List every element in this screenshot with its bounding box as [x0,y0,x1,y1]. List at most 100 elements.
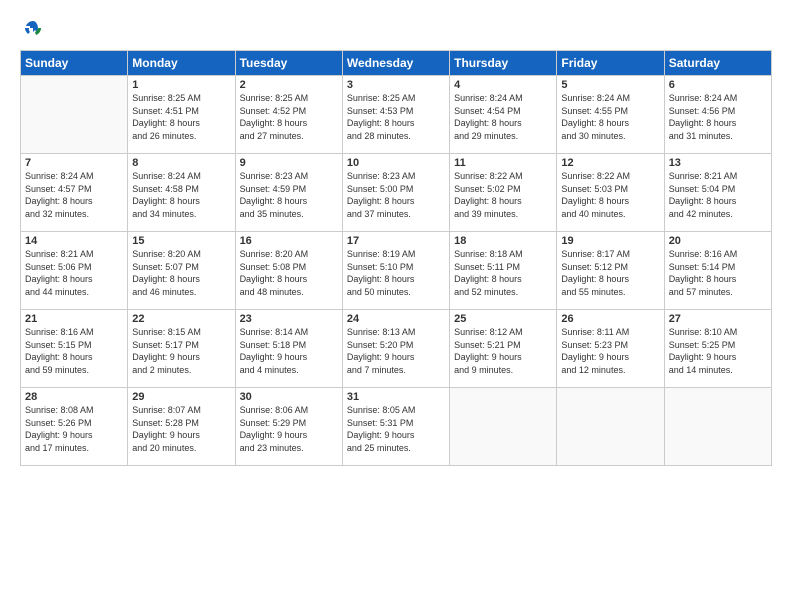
day-number: 24 [347,313,445,325]
day-info: Sunrise: 8:25 AM Sunset: 4:53 PM Dayligh… [347,92,445,142]
week-row-4: 21Sunrise: 8:16 AM Sunset: 5:15 PM Dayli… [21,310,772,388]
day-number: 28 [25,391,123,403]
day-number: 9 [240,157,338,169]
day-header-friday: Friday [557,51,664,76]
day-number: 26 [561,313,659,325]
calendar-cell: 26Sunrise: 8:11 AM Sunset: 5:23 PM Dayli… [557,310,664,388]
day-info: Sunrise: 8:23 AM Sunset: 5:00 PM Dayligh… [347,170,445,220]
calendar-cell: 17Sunrise: 8:19 AM Sunset: 5:10 PM Dayli… [342,232,449,310]
day-header-wednesday: Wednesday [342,51,449,76]
day-info: Sunrise: 8:24 AM Sunset: 4:56 PM Dayligh… [669,92,767,142]
day-info: Sunrise: 8:16 AM Sunset: 5:14 PM Dayligh… [669,248,767,298]
week-row-1: 1Sunrise: 8:25 AM Sunset: 4:51 PM Daylig… [21,76,772,154]
week-row-2: 7Sunrise: 8:24 AM Sunset: 4:57 PM Daylig… [21,154,772,232]
calendar-cell: 7Sunrise: 8:24 AM Sunset: 4:57 PM Daylig… [21,154,128,232]
calendar-cell: 11Sunrise: 8:22 AM Sunset: 5:02 PM Dayli… [450,154,557,232]
calendar-cell: 2Sunrise: 8:25 AM Sunset: 4:52 PM Daylig… [235,76,342,154]
calendar-cell: 19Sunrise: 8:17 AM Sunset: 5:12 PM Dayli… [557,232,664,310]
logo [20,18,44,40]
day-info: Sunrise: 8:16 AM Sunset: 5:15 PM Dayligh… [25,326,123,376]
header-row: SundayMondayTuesdayWednesdayThursdayFrid… [21,51,772,76]
day-number: 17 [347,235,445,247]
day-number: 27 [669,313,767,325]
day-info: Sunrise: 8:19 AM Sunset: 5:10 PM Dayligh… [347,248,445,298]
day-number: 31 [347,391,445,403]
calendar-cell: 21Sunrise: 8:16 AM Sunset: 5:15 PM Dayli… [21,310,128,388]
calendar-cell: 13Sunrise: 8:21 AM Sunset: 5:04 PM Dayli… [664,154,771,232]
day-info: Sunrise: 8:25 AM Sunset: 4:52 PM Dayligh… [240,92,338,142]
day-info: Sunrise: 8:13 AM Sunset: 5:20 PM Dayligh… [347,326,445,376]
day-info: Sunrise: 8:23 AM Sunset: 4:59 PM Dayligh… [240,170,338,220]
calendar-cell: 5Sunrise: 8:24 AM Sunset: 4:55 PM Daylig… [557,76,664,154]
day-number: 12 [561,157,659,169]
day-number: 15 [132,235,230,247]
day-info: Sunrise: 8:07 AM Sunset: 5:28 PM Dayligh… [132,404,230,454]
calendar-cell: 29Sunrise: 8:07 AM Sunset: 5:28 PM Dayli… [128,388,235,466]
day-number: 18 [454,235,552,247]
calendar-table: SundayMondayTuesdayWednesdayThursdayFrid… [20,50,772,466]
calendar-cell [664,388,771,466]
day-info: Sunrise: 8:22 AM Sunset: 5:02 PM Dayligh… [454,170,552,220]
calendar-cell: 4Sunrise: 8:24 AM Sunset: 4:54 PM Daylig… [450,76,557,154]
day-info: Sunrise: 8:24 AM Sunset: 4:55 PM Dayligh… [561,92,659,142]
day-info: Sunrise: 8:24 AM Sunset: 4:57 PM Dayligh… [25,170,123,220]
calendar-cell: 8Sunrise: 8:24 AM Sunset: 4:58 PM Daylig… [128,154,235,232]
calendar-page: SundayMondayTuesdayWednesdayThursdayFrid… [0,0,792,476]
day-number: 29 [132,391,230,403]
logo-icon [22,18,44,40]
calendar-cell: 15Sunrise: 8:20 AM Sunset: 5:07 PM Dayli… [128,232,235,310]
day-number: 3 [347,79,445,91]
day-number: 16 [240,235,338,247]
day-info: Sunrise: 8:12 AM Sunset: 5:21 PM Dayligh… [454,326,552,376]
week-row-5: 28Sunrise: 8:08 AM Sunset: 5:26 PM Dayli… [21,388,772,466]
day-header-sunday: Sunday [21,51,128,76]
day-number: 30 [240,391,338,403]
calendar-cell: 24Sunrise: 8:13 AM Sunset: 5:20 PM Dayli… [342,310,449,388]
day-header-saturday: Saturday [664,51,771,76]
calendar-cell: 6Sunrise: 8:24 AM Sunset: 4:56 PM Daylig… [664,76,771,154]
day-info: Sunrise: 8:24 AM Sunset: 4:54 PM Dayligh… [454,92,552,142]
day-number: 20 [669,235,767,247]
day-number: 4 [454,79,552,91]
day-info: Sunrise: 8:05 AM Sunset: 5:31 PM Dayligh… [347,404,445,454]
day-number: 23 [240,313,338,325]
calendar-cell: 12Sunrise: 8:22 AM Sunset: 5:03 PM Dayli… [557,154,664,232]
day-number: 6 [669,79,767,91]
day-info: Sunrise: 8:14 AM Sunset: 5:18 PM Dayligh… [240,326,338,376]
day-header-thursday: Thursday [450,51,557,76]
day-info: Sunrise: 8:18 AM Sunset: 5:11 PM Dayligh… [454,248,552,298]
header-section [20,18,772,40]
day-number: 22 [132,313,230,325]
day-info: Sunrise: 8:06 AM Sunset: 5:29 PM Dayligh… [240,404,338,454]
day-number: 19 [561,235,659,247]
calendar-cell [21,76,128,154]
day-number: 7 [25,157,123,169]
day-info: Sunrise: 8:17 AM Sunset: 5:12 PM Dayligh… [561,248,659,298]
calendar-cell [557,388,664,466]
day-info: Sunrise: 8:25 AM Sunset: 4:51 PM Dayligh… [132,92,230,142]
calendar-cell: 25Sunrise: 8:12 AM Sunset: 5:21 PM Dayli… [450,310,557,388]
calendar-cell: 22Sunrise: 8:15 AM Sunset: 5:17 PM Dayli… [128,310,235,388]
day-info: Sunrise: 8:15 AM Sunset: 5:17 PM Dayligh… [132,326,230,376]
calendar-cell: 30Sunrise: 8:06 AM Sunset: 5:29 PM Dayli… [235,388,342,466]
day-number: 8 [132,157,230,169]
day-number: 13 [669,157,767,169]
day-number: 14 [25,235,123,247]
week-row-3: 14Sunrise: 8:21 AM Sunset: 5:06 PM Dayli… [21,232,772,310]
day-info: Sunrise: 8:20 AM Sunset: 5:07 PM Dayligh… [132,248,230,298]
calendar-cell: 1Sunrise: 8:25 AM Sunset: 4:51 PM Daylig… [128,76,235,154]
calendar-cell: 27Sunrise: 8:10 AM Sunset: 5:25 PM Dayli… [664,310,771,388]
calendar-cell: 16Sunrise: 8:20 AM Sunset: 5:08 PM Dayli… [235,232,342,310]
day-info: Sunrise: 8:10 AM Sunset: 5:25 PM Dayligh… [669,326,767,376]
day-info: Sunrise: 8:08 AM Sunset: 5:26 PM Dayligh… [25,404,123,454]
calendar-cell: 31Sunrise: 8:05 AM Sunset: 5:31 PM Dayli… [342,388,449,466]
day-number: 21 [25,313,123,325]
calendar-cell [450,388,557,466]
calendar-cell: 10Sunrise: 8:23 AM Sunset: 5:00 PM Dayli… [342,154,449,232]
day-number: 2 [240,79,338,91]
day-number: 5 [561,79,659,91]
calendar-cell: 9Sunrise: 8:23 AM Sunset: 4:59 PM Daylig… [235,154,342,232]
day-header-tuesday: Tuesday [235,51,342,76]
calendar-cell: 18Sunrise: 8:18 AM Sunset: 5:11 PM Dayli… [450,232,557,310]
day-info: Sunrise: 8:21 AM Sunset: 5:06 PM Dayligh… [25,248,123,298]
